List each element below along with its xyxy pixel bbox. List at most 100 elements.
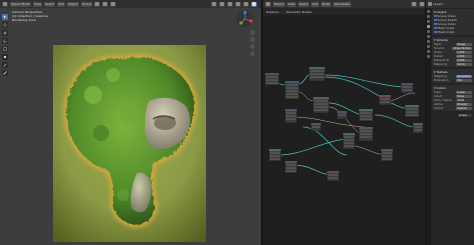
shader-node[interactable] xyxy=(358,126,374,142)
shader-node[interactable] xyxy=(268,148,282,162)
snap-icon[interactable] xyxy=(411,1,417,7)
properties-tabs xyxy=(426,8,431,245)
snap-icon[interactable] xyxy=(102,1,109,7)
shader-node[interactable] xyxy=(404,104,420,118)
shader-node[interactable] xyxy=(378,94,392,106)
cursor-tool[interactable] xyxy=(2,22,8,28)
cube-icon xyxy=(3,2,7,6)
property-row: Mapping Vector xyxy=(434,62,472,66)
proportional-edit-icon[interactable] xyxy=(110,1,117,7)
menu-select[interactable]: Select xyxy=(297,1,310,7)
3d-viewport[interactable]: Object Mode View Select Add Object Globa… xyxy=(0,0,261,245)
property-field[interactable]: Vector xyxy=(456,62,472,66)
scale-tool[interactable] xyxy=(2,46,8,52)
annotate-tool[interactable] xyxy=(2,62,8,68)
shader-node[interactable] xyxy=(358,108,374,122)
shader-node[interactable] xyxy=(412,122,424,134)
properties-icon[interactable] xyxy=(428,2,432,6)
property-field[interactable]: sRGB xyxy=(456,98,472,102)
property-field[interactable]: Noise Texture xyxy=(452,46,472,50)
tab-scene-icon[interactable] xyxy=(427,30,430,33)
tab-view-layer-icon[interactable] xyxy=(427,25,430,28)
camera-view-icon[interactable] xyxy=(250,44,255,49)
overlay-toggle-icon[interactable] xyxy=(227,1,233,7)
shading-solid-button[interactable] xyxy=(243,1,249,7)
property-field[interactable]: Image xyxy=(456,42,472,46)
shader-node[interactable] xyxy=(284,80,300,100)
navigation-gizmo[interactable] xyxy=(236,10,254,28)
xray-toggle-icon[interactable] xyxy=(235,1,241,7)
menu-object[interactable]: Object xyxy=(67,1,79,7)
scale-icon xyxy=(3,47,7,51)
layer-checkbox[interactable]: Mask Index xyxy=(434,30,472,34)
footer-field[interactable]: Linear xyxy=(458,113,472,117)
tab-render-icon[interactable] xyxy=(427,15,430,18)
property-field[interactable]: Linear xyxy=(456,90,472,94)
ruler-icon xyxy=(3,71,7,75)
cursor-icon xyxy=(3,23,7,27)
shader-node[interactable] xyxy=(284,160,298,174)
use-nodes-checkbox[interactable]: Use Nodes xyxy=(332,1,351,7)
property-field[interactable]: Straight xyxy=(456,102,472,106)
tab-tool-icon[interactable] xyxy=(427,10,430,13)
editor-type-button[interactable] xyxy=(265,1,271,7)
tab-object-icon[interactable] xyxy=(427,40,430,43)
zoom-icon[interactable] xyxy=(250,30,255,35)
shader-node[interactable] xyxy=(310,122,322,132)
properties-panel[interactable]: Layers ▾ Layers Scene Index Scene Depth S… xyxy=(425,0,474,245)
checkbox-icon xyxy=(434,26,437,30)
shader-node-editor[interactable]: Object View Select Add Node Use Nodes Su… xyxy=(263,0,425,245)
pivot-icon[interactable] xyxy=(94,1,101,7)
menu-select[interactable]: Select xyxy=(44,1,56,7)
property-field[interactable]: Default xyxy=(456,106,472,110)
object-selector-dropdown[interactable]: Object xyxy=(273,1,285,7)
perspective-toggle-icon[interactable] xyxy=(250,51,255,56)
rotate-tool[interactable] xyxy=(2,38,8,44)
property-field[interactable]: Clip xyxy=(456,78,472,82)
breadcrumb-node-tree[interactable]: Geometry Nodes xyxy=(286,10,311,14)
menu-node[interactable]: Node xyxy=(320,1,331,7)
shader-node[interactable] xyxy=(380,148,394,162)
node-editor-header: Object View Select Add Node Use Nodes xyxy=(263,0,425,8)
mode-dropdown[interactable]: Object Mode xyxy=(10,1,31,7)
property-field[interactable]: 0.000 xyxy=(456,58,472,62)
property-field[interactable]: 1.000 xyxy=(456,50,472,54)
property-field[interactable]: Generated xyxy=(456,74,472,78)
tab-world-icon[interactable] xyxy=(427,35,430,38)
breadcrumb-object[interactable]: Suzanne xyxy=(266,10,279,14)
visibility-icon[interactable] xyxy=(211,1,217,7)
transform-tool[interactable] xyxy=(2,54,8,60)
node-canvas[interactable] xyxy=(263,15,425,245)
move-tool[interactable] xyxy=(2,30,8,36)
shader-node[interactable] xyxy=(264,72,280,86)
select-box-tool[interactable] xyxy=(2,14,8,20)
tab-material-icon[interactable] xyxy=(427,50,430,53)
shader-node[interactable] xyxy=(308,66,326,82)
property-field[interactable]: 2.000 xyxy=(456,54,472,58)
gizmo-toggle-icon[interactable] xyxy=(219,1,225,7)
shader-node[interactable] xyxy=(342,132,356,150)
shader-node[interactable] xyxy=(312,96,330,114)
tool-shelf xyxy=(2,14,8,76)
checkbox-icon xyxy=(434,14,437,18)
shader-node[interactable] xyxy=(284,108,298,124)
viewport-info-overlay: Camera Perspective (1) Collection | Suza… xyxy=(12,10,48,22)
pencil-icon xyxy=(3,63,7,67)
shading-rendered-button[interactable] xyxy=(251,1,257,7)
menu-view[interactable]: View xyxy=(286,1,296,7)
menu-view[interactable]: View xyxy=(32,1,43,7)
pan-icon[interactable] xyxy=(250,37,255,42)
tab-output-icon[interactable] xyxy=(427,20,430,23)
shader-node[interactable] xyxy=(326,170,340,182)
tab-modifier-icon[interactable] xyxy=(427,45,430,48)
measure-tool[interactable] xyxy=(2,70,8,76)
shader-node[interactable] xyxy=(400,82,414,94)
menu-add[interactable]: Add xyxy=(57,1,66,7)
editor-type-button[interactable] xyxy=(2,1,8,7)
property-field[interactable]: Noise xyxy=(456,94,472,98)
tab-texture-icon[interactable] xyxy=(427,55,430,58)
shader-node[interactable] xyxy=(336,110,348,120)
transform-orientation-dropdown[interactable]: Global xyxy=(80,1,93,7)
menu-add[interactable]: Add xyxy=(311,1,319,7)
node-graph[interactable] xyxy=(263,15,425,245)
